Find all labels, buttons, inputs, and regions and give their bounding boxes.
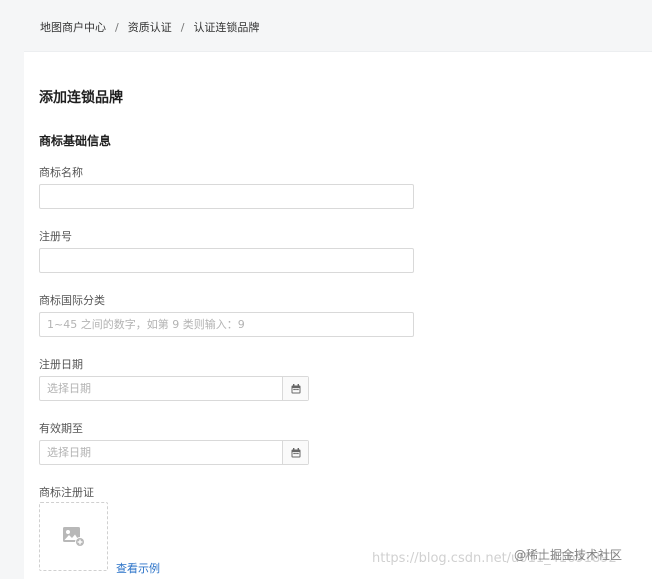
calendar-icon [291,383,300,393]
registration-number-label: 注册号 [39,230,72,243]
registration-date-input[interactable] [40,377,282,400]
certificate-upload-box[interactable] [39,502,108,571]
registration-date-label: 注册日期 [39,358,83,371]
valid-until-calendar-button[interactable] [282,441,308,464]
breadcrumb-separator: / [115,20,119,34]
breadcrumb: 地图商户中心 / 资质认证 / 认证连锁品牌 [40,19,259,35]
valid-until-picker [39,440,309,465]
trademark-name-label: 商标名称 [39,166,83,179]
breadcrumb-separator: / [180,20,185,34]
valid-until-label: 有效期至 [39,422,83,435]
intl-class-input[interactable] [39,312,414,337]
intl-class-label: 商标国际分类 [39,294,105,307]
breadcrumb-item-qualification[interactable]: 资质认证 [128,19,172,35]
breadcrumb-bar: 地图商户中心 / 资质认证 / 认证连锁品牌 [24,0,652,52]
registration-date-calendar-button[interactable] [282,377,308,400]
breadcrumb-item-merchant-center[interactable]: 地图商户中心 [40,19,106,35]
calendar-icon [291,447,300,457]
trademark-name-input[interactable] [39,184,414,209]
certificate-label: 商标注册证 [39,486,94,499]
left-rail [0,0,24,579]
registration-date-picker [39,376,309,401]
valid-until-input[interactable] [40,441,282,464]
watermark-brand: @稀土掘金技术社区 [514,548,623,562]
section-title: 商标基础信息 [39,134,112,148]
page: 地图商户中心 / 资质认证 / 认证连锁品牌 添加连锁品牌 商标基础信息 商标名… [0,0,652,579]
image-add-icon [62,526,85,547]
page-title: 添加连锁品牌 [39,90,123,106]
registration-number-input[interactable] [39,248,414,273]
view-sample-link[interactable]: 查看示例 [116,560,160,576]
breadcrumb-item-chain-brand: 认证连锁品牌 [193,21,260,34]
